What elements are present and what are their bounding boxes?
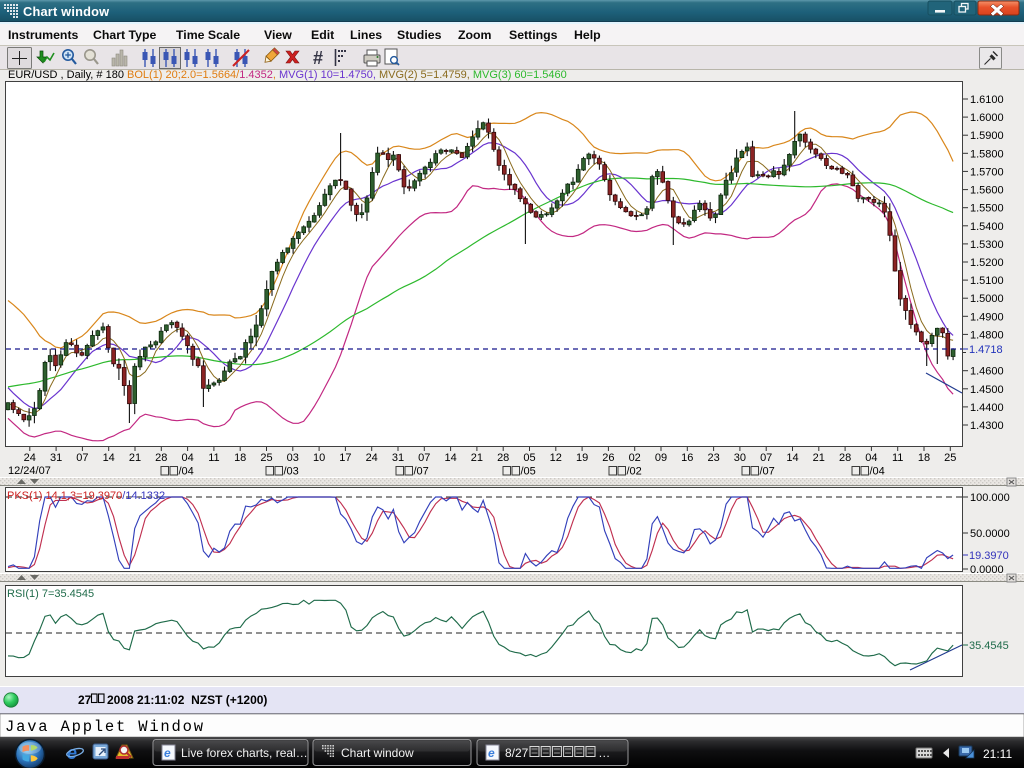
- svg-text:19: 19: [576, 452, 588, 464]
- svg-text:1.5700: 1.5700: [970, 166, 1004, 178]
- svg-text:21: 21: [813, 452, 825, 464]
- svg-text:1.5300: 1.5300: [970, 239, 1004, 251]
- svg-text:14: 14: [786, 452, 798, 464]
- svg-text:1.5000: 1.5000: [970, 293, 1004, 305]
- svg-text:28: 28: [839, 452, 851, 464]
- svg-text:31: 31: [392, 452, 404, 464]
- svg-text:17: 17: [339, 452, 351, 464]
- svg-text:1.5500: 1.5500: [970, 203, 1004, 215]
- svg-text:Settings: Settings: [509, 28, 558, 42]
- svg-text:PKS(1) 14,1,3=19.3970/14.1332: PKS(1) 14,1,3=19.3970/14.1332: [7, 490, 165, 502]
- svg-text:Java Applet Window: Java Applet Window: [5, 718, 205, 736]
- svg-text:Instruments: Instruments: [8, 28, 79, 42]
- svg-text:e: e: [67, 743, 77, 763]
- svg-text:/04: /04: [179, 466, 194, 478]
- svg-text:03: 03: [287, 452, 299, 464]
- svg-text:23: 23: [707, 452, 719, 464]
- svg-text:18: 18: [918, 452, 930, 464]
- svg-text:24: 24: [24, 452, 36, 464]
- svg-text:…: …: [598, 746, 610, 760]
- svg-text:27: 27: [78, 693, 92, 707]
- svg-text:1.4300: 1.4300: [970, 420, 1004, 432]
- svg-text:05: 05: [523, 452, 535, 464]
- svg-text:16: 16: [681, 452, 693, 464]
- svg-text:1.5400: 1.5400: [970, 221, 1004, 233]
- svg-text:07: 07: [418, 452, 430, 464]
- svg-text:1.4500: 1.4500: [970, 384, 1004, 396]
- svg-text:/03: /03: [284, 466, 299, 478]
- svg-text:21: 21: [471, 452, 483, 464]
- svg-text:07: 07: [760, 452, 772, 464]
- svg-text:View: View: [264, 28, 292, 42]
- svg-text:24: 24: [366, 452, 378, 464]
- svg-text:2008 21:11:02 NZST (+1200): 2008 21:11:02 NZST (+1200): [107, 693, 267, 707]
- svg-text:26: 26: [602, 452, 614, 464]
- svg-text:Help: Help: [574, 28, 601, 42]
- svg-text:31: 31: [50, 452, 62, 464]
- svg-text:1.6000: 1.6000: [970, 112, 1004, 124]
- svg-text:/04: /04: [870, 466, 885, 478]
- svg-text:07: 07: [76, 452, 88, 464]
- svg-text:1.5600: 1.5600: [970, 185, 1004, 197]
- svg-text:11: 11: [208, 452, 219, 464]
- svg-text:1.5900: 1.5900: [970, 130, 1004, 142]
- svg-text:Chart Type: Chart Type: [93, 28, 156, 42]
- svg-text:e: e: [488, 746, 495, 760]
- svg-text:1.4800: 1.4800: [970, 329, 1004, 341]
- svg-text:/07: /07: [760, 466, 775, 478]
- svg-text:1.5800: 1.5800: [970, 148, 1004, 160]
- svg-text:Live forex charts, real…: Live forex charts, real…: [181, 746, 308, 760]
- svg-text:25: 25: [944, 452, 956, 464]
- svg-text:1.5100: 1.5100: [970, 275, 1004, 287]
- svg-text:8/27: 8/27: [505, 746, 529, 760]
- svg-text:0.0000: 0.0000: [970, 564, 1004, 576]
- svg-text:100.000: 100.000: [970, 492, 1010, 504]
- svg-text:Edit: Edit: [311, 28, 334, 42]
- svg-text:1.4718: 1.4718: [969, 344, 1003, 356]
- svg-text:50.0000: 50.0000: [970, 528, 1010, 540]
- svg-text:Zoom: Zoom: [458, 28, 492, 42]
- svg-text:04: 04: [181, 452, 193, 464]
- svg-text:12/24/07: 12/24/07: [8, 465, 51, 477]
- svg-text:/07: /07: [414, 466, 429, 478]
- svg-text:Chart window: Chart window: [341, 746, 414, 760]
- svg-text:30: 30: [734, 452, 746, 464]
- svg-text:25: 25: [260, 452, 272, 464]
- svg-text:35.4545: 35.4545: [969, 640, 1009, 652]
- svg-text:21:11: 21:11: [983, 747, 1012, 761]
- svg-text:28: 28: [497, 452, 509, 464]
- svg-text:Lines: Lines: [350, 28, 382, 42]
- svg-text:14: 14: [444, 452, 456, 464]
- svg-text:21: 21: [129, 452, 141, 464]
- svg-text:#: #: [313, 48, 323, 68]
- svg-text:18: 18: [234, 452, 246, 464]
- svg-text:EUR/USD , Daily, # 180 BOL(1): EUR/USD , Daily, # 180 BOL(1) 20;2.0=1.5…: [8, 69, 567, 81]
- svg-text:11: 11: [892, 452, 903, 464]
- svg-text:12: 12: [550, 452, 562, 464]
- svg-text:1.4900: 1.4900: [970, 311, 1004, 323]
- svg-text:28: 28: [155, 452, 167, 464]
- svg-text:1.4400: 1.4400: [970, 402, 1004, 414]
- svg-text:10: 10: [313, 452, 325, 464]
- svg-text:19.3970: 19.3970: [969, 550, 1009, 562]
- svg-text:1.6100: 1.6100: [970, 94, 1004, 106]
- svg-text:/05: /05: [521, 466, 536, 478]
- svg-text:/02: /02: [627, 466, 642, 478]
- svg-text:Studies: Studies: [397, 28, 442, 42]
- svg-text:14: 14: [103, 452, 115, 464]
- svg-text:1.4600: 1.4600: [970, 366, 1004, 378]
- svg-text:1.5200: 1.5200: [970, 257, 1004, 269]
- svg-text:09: 09: [655, 452, 667, 464]
- svg-text:04: 04: [865, 452, 877, 464]
- svg-text:Chart window: Chart window: [23, 4, 109, 19]
- svg-text:RSI(1) 7=35.4545: RSI(1) 7=35.4545: [7, 588, 94, 600]
- svg-text:02: 02: [629, 452, 641, 464]
- svg-text:e: e: [164, 746, 171, 760]
- svg-text:Time Scale: Time Scale: [176, 28, 240, 42]
